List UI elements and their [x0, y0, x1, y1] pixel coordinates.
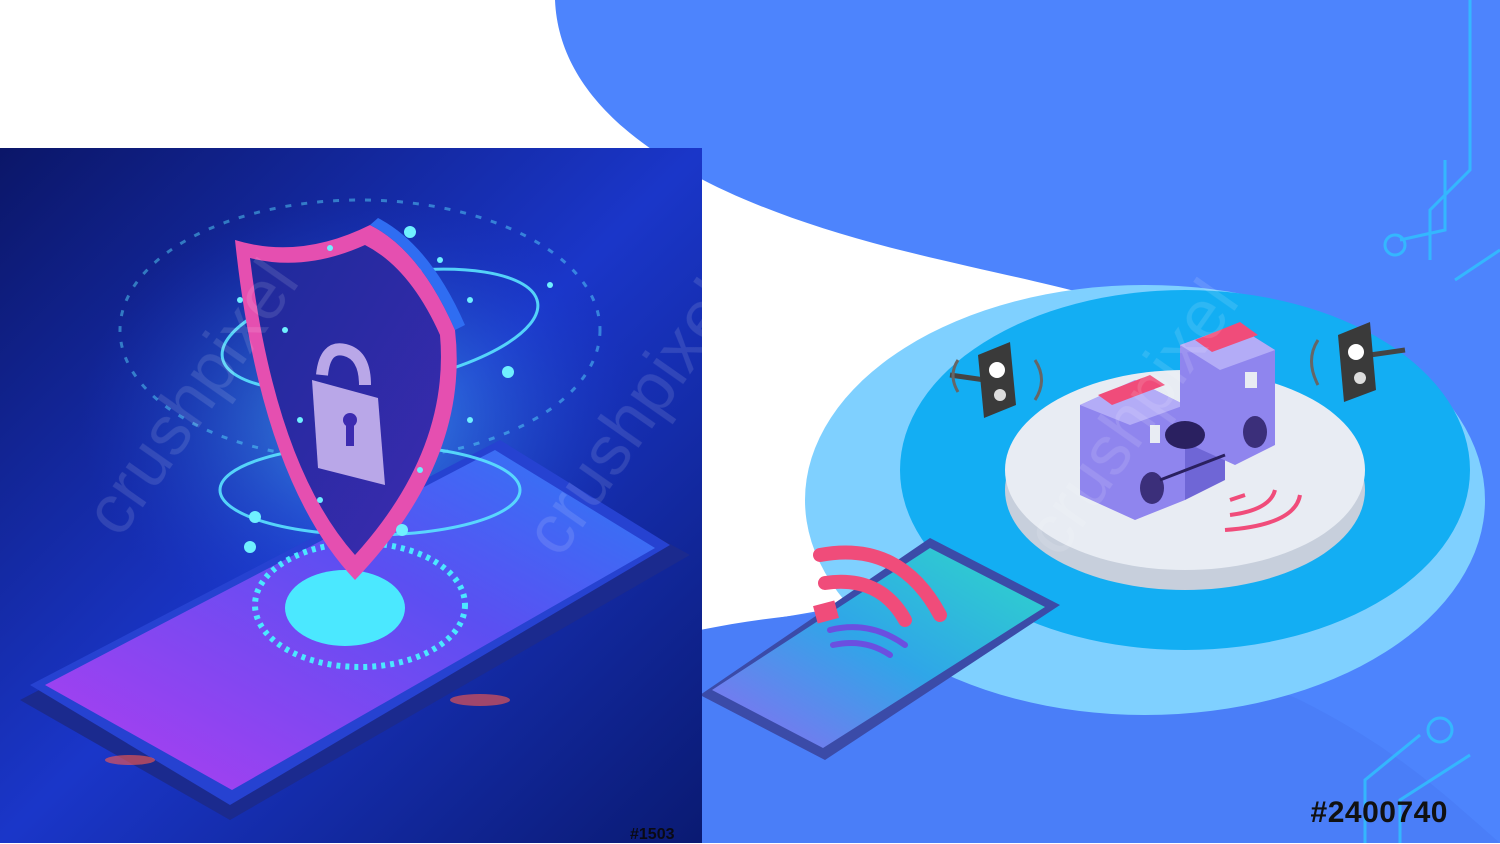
stock-id-left: #1503: [630, 826, 675, 843]
illustration-canvas: crushpixel crushpixel crushpixel: [0, 0, 1500, 843]
stock-id-right: #2400740: [1310, 796, 1448, 829]
